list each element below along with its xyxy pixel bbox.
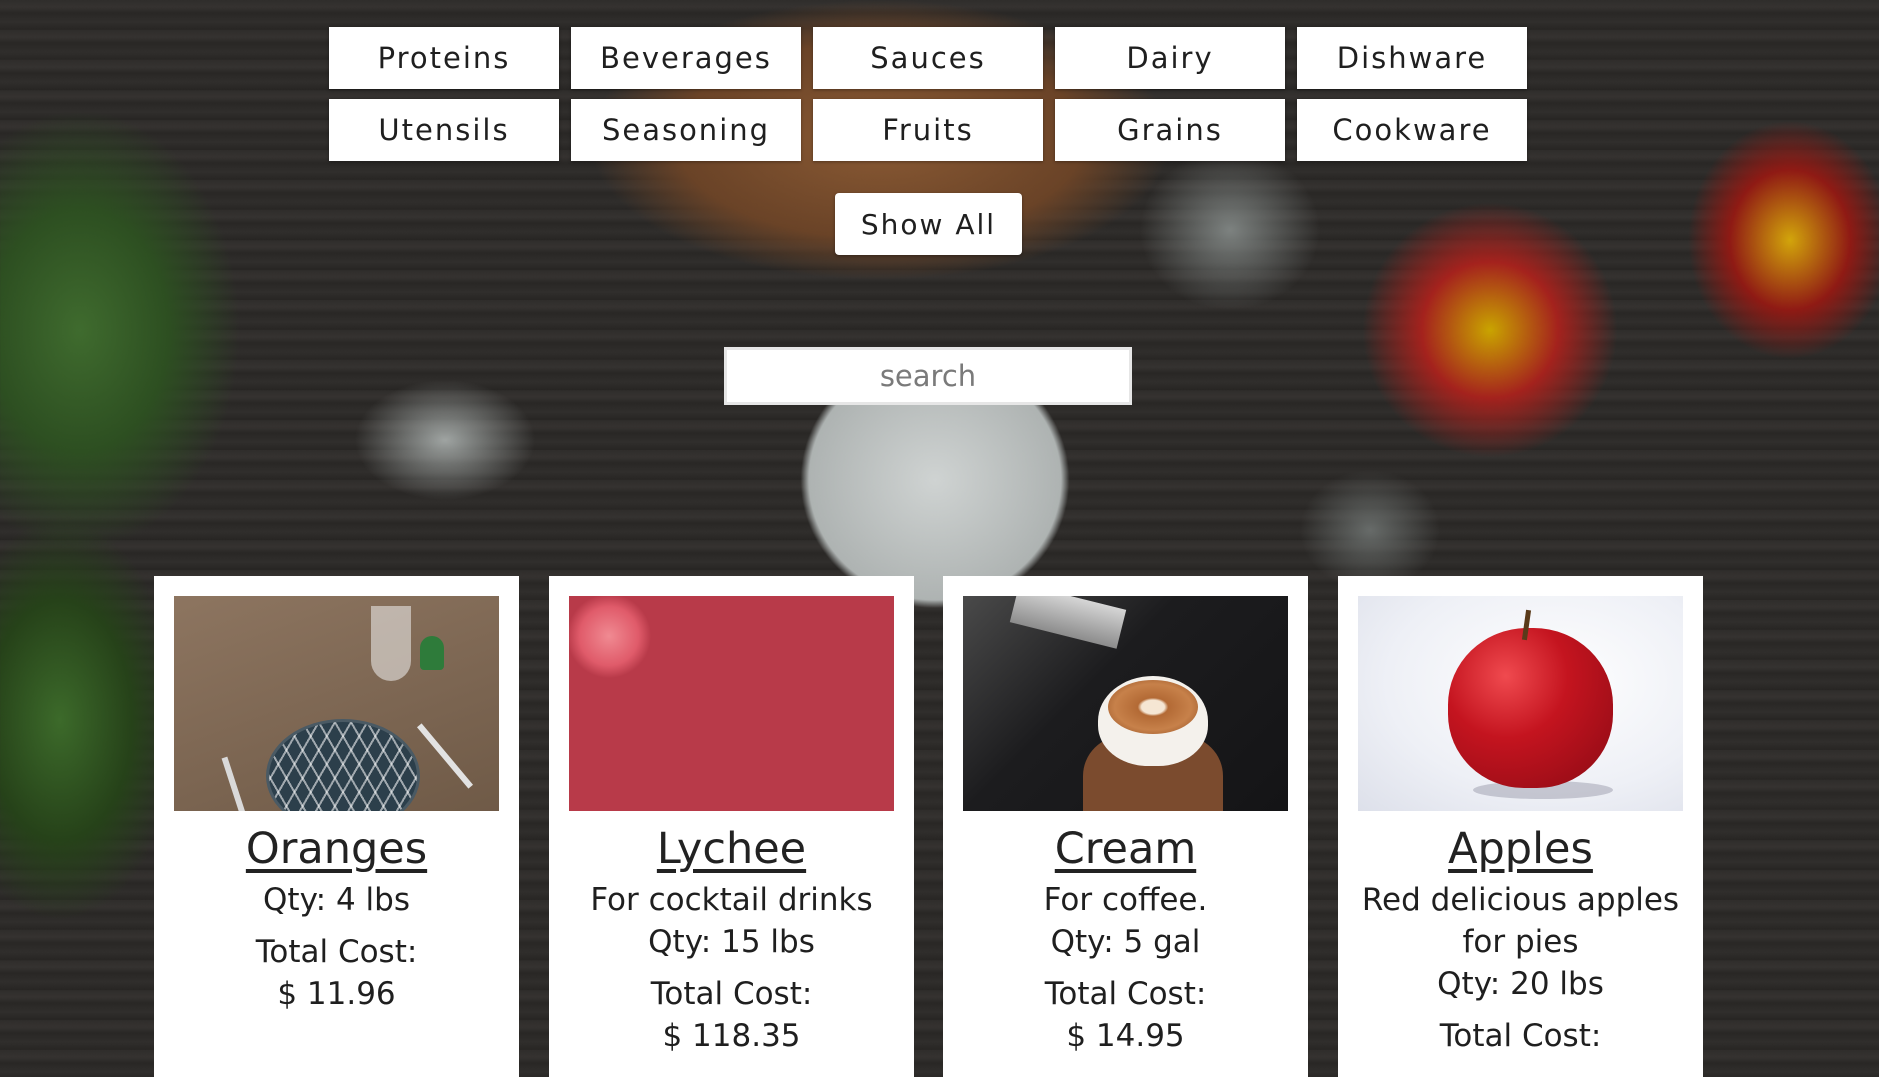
item-title-link[interactable]: Lychee	[549, 821, 914, 877]
item-total-label: Total Cost:	[650, 976, 813, 1012]
item-total-label: Total Cost:	[255, 934, 418, 970]
item-total-value: $ 14.95	[1066, 1018, 1185, 1054]
item-description: For cocktail drinks	[590, 882, 873, 918]
category-button-sauces[interactable]: Sauces	[813, 27, 1043, 89]
category-button-dishware[interactable]: Dishware	[1297, 27, 1527, 89]
item-total-value: $ 118.35	[662, 1018, 801, 1054]
apple-image	[1358, 596, 1683, 811]
item-card: Cream For coffee. Qty: 5 gal Total Cost:…	[943, 576, 1308, 1077]
item-total-label: Total Cost:	[1439, 1018, 1602, 1054]
item-qty: Qty: 15 lbs	[648, 924, 815, 960]
item-title-link[interactable]: Cream	[943, 821, 1308, 877]
item-qty: Qty: 20 lbs	[1437, 966, 1604, 1002]
item-title-link[interactable]: Apples	[1338, 821, 1703, 877]
category-button-proteins[interactable]: Proteins	[329, 27, 559, 89]
item-title-link[interactable]: Oranges	[154, 821, 519, 877]
item-description: For coffee.	[1043, 882, 1208, 918]
category-button-seasoning[interactable]: Seasoning	[571, 99, 801, 161]
item-total-value: $ 11.96	[277, 976, 396, 1012]
plate-on-table-image	[174, 596, 499, 811]
category-button-beverages[interactable]: Beverages	[571, 27, 801, 89]
item-card: Lychee For cocktail drinks Qty: 15 lbs T…	[549, 576, 914, 1077]
item-card: Oranges Qty: 4 lbs Total Cost: $ 11.96	[154, 576, 519, 1077]
category-button-utensils[interactable]: Utensils	[329, 99, 559, 161]
search-input[interactable]	[724, 347, 1132, 405]
item-description: Red delicious apples for pies	[1361, 882, 1680, 960]
category-button-cookware[interactable]: Cookware	[1297, 99, 1527, 161]
lychee-image	[569, 596, 894, 811]
item-total-label: Total Cost:	[1044, 976, 1207, 1012]
category-button-grains[interactable]: Grains	[1055, 99, 1285, 161]
latte-image	[963, 596, 1288, 811]
category-button-fruits[interactable]: Fruits	[813, 99, 1043, 161]
item-qty: Qty: 5 gal	[1050, 924, 1201, 960]
category-nav: Proteins Beverages Sauces Dairy Dishware…	[329, 27, 1529, 161]
item-card: Apples Red delicious apples for pies Qty…	[1338, 576, 1703, 1077]
item-qty: Qty: 4 lbs	[263, 882, 410, 918]
show-all-button[interactable]: Show All	[835, 193, 1022, 255]
category-button-dairy[interactable]: Dairy	[1055, 27, 1285, 89]
